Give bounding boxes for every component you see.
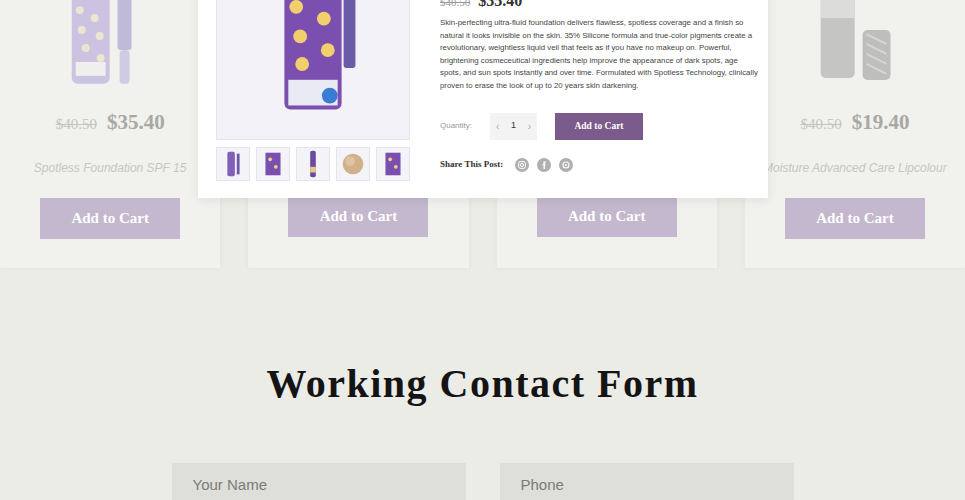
pinterest-icon[interactable]	[559, 158, 573, 172]
old-price: $40.50	[56, 112, 97, 136]
thumbnail[interactable]	[376, 147, 410, 181]
product-image[interactable]	[745, 0, 965, 88]
contact-section: Working Contact Form	[0, 268, 965, 500]
quantity-stepper: ‹ 1 ›	[490, 113, 537, 140]
add-to-cart-button[interactable]: Add to Cart	[555, 113, 643, 140]
product-details: $40.50 $35.40 Skin-perfecting ultra-fluid …	[440, 0, 758, 181]
thumbnail-strip	[216, 147, 410, 181]
add-to-cart-button[interactable]: Add to Cart	[40, 198, 180, 239]
add-to-cart-button[interactable]: Add to Cart	[785, 198, 925, 239]
thumbnail[interactable]	[336, 147, 370, 181]
add-to-cart-button[interactable]: Add to Cart	[288, 196, 428, 237]
main-product-image	[216, 0, 410, 140]
price: $35.40	[107, 110, 165, 134]
price-group: $40.50 $19.40	[800, 110, 909, 136]
gallery	[216, 0, 410, 181]
increment-button[interactable]: ›	[528, 119, 531, 134]
price: $19.40	[852, 110, 910, 134]
product-card: $40.50 $35.40 Spotless Foundation SPF 15 Ad…	[0, 0, 220, 268]
contact-form	[172, 463, 794, 500]
quantity-label: Quantity:	[440, 120, 490, 132]
description: Skin-perfecting ultra-fluid foundation d…	[440, 17, 758, 93]
price-group: $40.50 $35.40	[56, 110, 165, 136]
facebook-icon[interactable]	[537, 158, 551, 172]
product-name[interactable]: Moisture Advanced Care Lipcolour	[763, 160, 947, 176]
thumbnail[interactable]	[256, 147, 290, 181]
decrement-button[interactable]: ‹	[496, 119, 499, 134]
old-price: $40.50	[800, 112, 841, 136]
contact-field[interactable]	[172, 463, 466, 500]
product-image[interactable]	[0, 0, 220, 88]
product-section: $40.50 $35.40 Spotless Foundation SPF 15 Ad…	[0, 0, 965, 268]
share-label: Share This Post:	[440, 158, 503, 172]
price-group: $40.50 $35.40	[440, 0, 758, 11]
quantity-row: Quantity: ‹ 1 › Add to Cart	[440, 113, 758, 140]
instagram-icon[interactable]	[515, 158, 529, 172]
price: $35.40	[478, 0, 522, 10]
contact-heading: Working Contact Form	[0, 360, 965, 408]
product-card: $40.50 $19.40 Moisture Advanced Care Lipco…	[745, 0, 965, 268]
thumbnail[interactable]	[216, 147, 250, 181]
quick-view-modal: $40.50 $35.40 Skin-perfecting ultra-fluid …	[198, 0, 768, 198]
old-price: $40.50	[440, 0, 470, 11]
contact-field[interactable]	[500, 463, 794, 500]
quantity-value[interactable]: 1	[511, 119, 516, 133]
share-row: Share This Post:	[440, 158, 758, 172]
product-name[interactable]: Spotless Foundation SPF 15	[34, 160, 187, 176]
thumbnail[interactable]	[296, 147, 330, 181]
add-to-cart-button[interactable]: Add to Cart	[537, 196, 677, 237]
